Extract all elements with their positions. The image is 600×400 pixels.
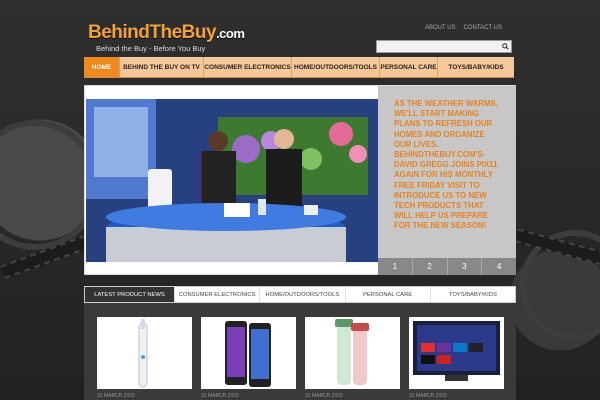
slider-pager: 1 2 3 4 bbox=[378, 258, 516, 275]
nav-toys-baby-kids[interactable]: TOYS/BABY/KIDS bbox=[438, 57, 514, 77]
featured-slider: AS THE WEATHER WARMS, WE'LL START MAKING… bbox=[84, 85, 516, 275]
top-links: ABOUT US CONTACT US bbox=[425, 25, 502, 31]
slide-caption[interactable]: AS THE WEATHER WARMS, WE'LL START MAKING… bbox=[378, 86, 516, 258]
news-tabs: LATEST PRODUCT NEWS CONSUMER ELECTRONICS… bbox=[84, 286, 516, 303]
logo-text: BehindTheBuy bbox=[88, 22, 217, 43]
nav-behind-the-buy-on-tv[interactable]: BEHIND THE BUY ON TV bbox=[120, 57, 204, 77]
nav-home[interactable]: HOME bbox=[84, 57, 120, 77]
search-box bbox=[376, 40, 512, 53]
tab-latest-product-news[interactable]: LATEST PRODUCT NEWS bbox=[85, 287, 175, 302]
contact-us-link[interactable]: CONTACT US bbox=[464, 25, 502, 31]
nav-consumer-electronics[interactable]: CONSUMER ELECTRONICS bbox=[204, 57, 292, 77]
slide-image-tv-studio[interactable] bbox=[86, 99, 378, 262]
main-nav: HOME BEHIND THE BUY ON TV CONSUMER ELECT… bbox=[84, 57, 514, 78]
about-us-link[interactable]: ABOUT US bbox=[425, 25, 456, 31]
tab-home-outdoors-tools[interactable]: HOME/OUTDOORS/TOOLS bbox=[260, 287, 346, 302]
tab-toys-baby-kids[interactable]: TOYS/BABY/KIDS bbox=[431, 287, 515, 302]
site-logo[interactable]: BehindTheBuy.com bbox=[88, 22, 245, 44]
slider-page-3[interactable]: 3 bbox=[448, 258, 483, 275]
product-image-toothbrush[interactable] bbox=[97, 317, 192, 389]
product-date: 31 MARCH 2015 bbox=[409, 393, 447, 399]
product-grid: 31 MARCH 2015 31 MARCH 2015 31 MARCH 201… bbox=[84, 303, 516, 400]
product-image-water-bottles[interactable] bbox=[305, 317, 400, 389]
slider-page-4[interactable]: 4 bbox=[482, 258, 516, 275]
search-input[interactable] bbox=[377, 41, 499, 52]
product-card[interactable]: 31 MARCH 2015 bbox=[97, 317, 192, 400]
product-date: 31 MARCH 2015 bbox=[97, 393, 135, 399]
product-date: 31 MARCH 2015 bbox=[201, 393, 239, 399]
product-image-smart-tv[interactable] bbox=[409, 317, 504, 389]
tab-consumer-electronics[interactable]: CONSUMER ELECTRONICS bbox=[175, 287, 261, 302]
site-tagline: Behind the Buy - Before You Buy bbox=[96, 44, 206, 53]
product-card[interactable]: 31 MARCH 2015 bbox=[409, 317, 504, 400]
product-date: 31 MARCH 2015 bbox=[305, 393, 343, 399]
nav-personal-care[interactable]: PERSONAL CARE bbox=[380, 57, 438, 77]
product-image-smartphones[interactable] bbox=[201, 317, 296, 389]
logo-suffix: .com bbox=[216, 26, 245, 41]
slider-page-2[interactable]: 2 bbox=[413, 258, 448, 275]
slider-page-1[interactable]: 1 bbox=[378, 258, 413, 275]
product-card[interactable]: 31 MARCH 2015 bbox=[201, 317, 296, 400]
product-card[interactable]: 31 MARCH 2015 bbox=[305, 317, 400, 400]
nav-home-outdoors-tools[interactable]: HOME/OUTDOORS/TOOLS bbox=[292, 57, 380, 77]
tab-personal-care[interactable]: PERSONAL CARE bbox=[346, 287, 431, 302]
search-icon[interactable] bbox=[499, 41, 511, 52]
